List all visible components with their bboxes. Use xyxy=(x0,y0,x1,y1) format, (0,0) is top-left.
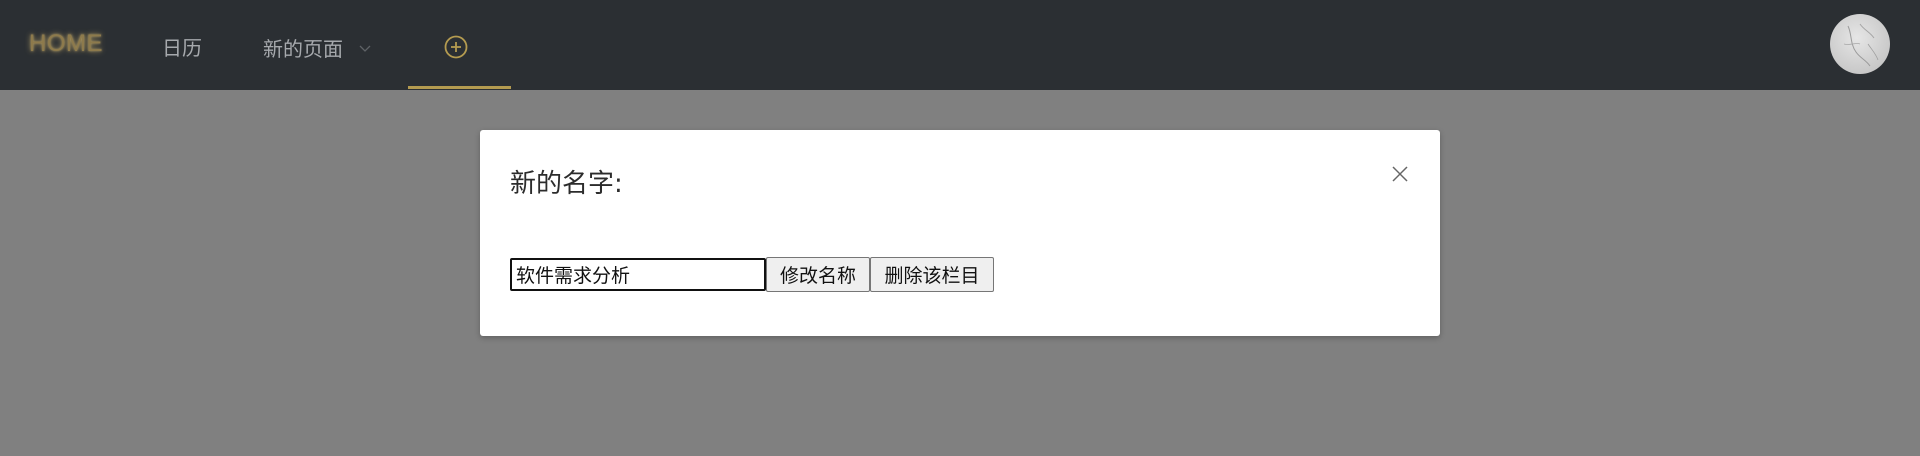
nav-add-page-tab[interactable] xyxy=(408,0,511,90)
top-navbar: HOME 日历 新的页面 xyxy=(0,0,1920,90)
active-tab-indicator xyxy=(408,86,511,89)
rename-button[interactable]: 修改名称 xyxy=(766,257,870,292)
nav-new-page-menu[interactable]: 新的页面 xyxy=(263,33,371,63)
rename-dialog: 新的名字: 修改名称 删除该栏目 xyxy=(480,130,1440,336)
new-name-input[interactable] xyxy=(510,258,766,291)
close-icon[interactable] xyxy=(1390,164,1410,184)
chevron-down-icon xyxy=(359,34,371,58)
delete-column-button[interactable]: 删除该栏目 xyxy=(870,257,994,292)
user-avatar[interactable] xyxy=(1830,14,1890,74)
plus-circle-icon xyxy=(443,34,469,64)
nav-home-link[interactable]: HOME xyxy=(29,30,103,58)
nav-calendar-link[interactable]: 日历 xyxy=(162,32,202,61)
nav-new-page-label: 新的页面 xyxy=(263,37,343,61)
dialog-title: 新的名字: xyxy=(510,169,623,199)
